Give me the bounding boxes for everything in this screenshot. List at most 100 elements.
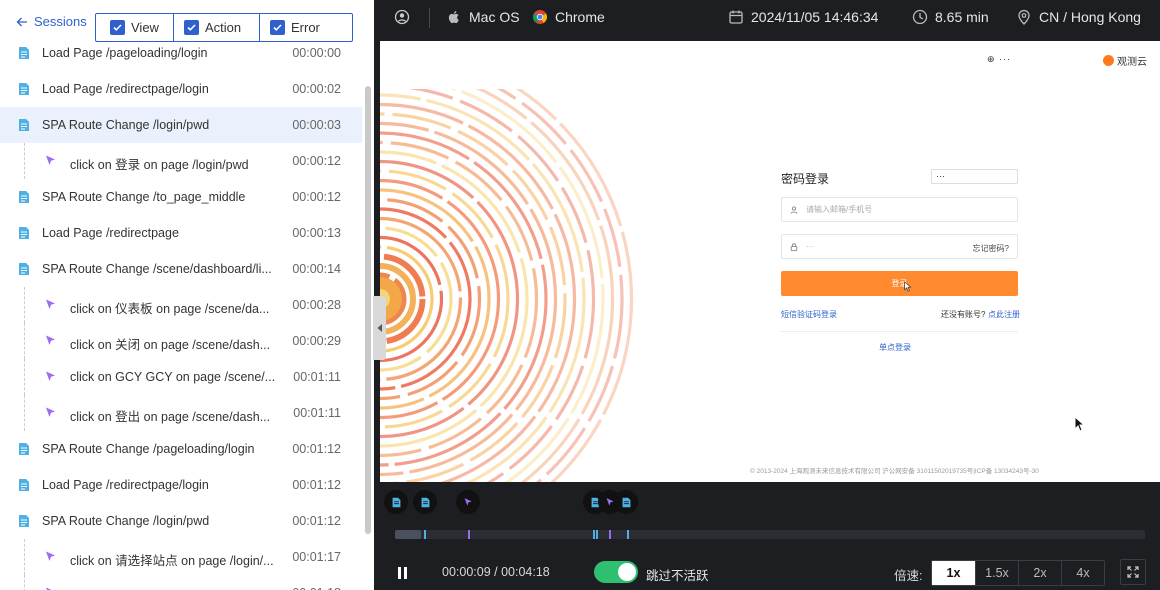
document-icon	[17, 262, 31, 276]
event-time: 00:01:11	[293, 406, 341, 420]
marker-action[interactable]	[456, 490, 480, 514]
event-label: Load Page /redirectpage/login	[42, 82, 209, 96]
event-row-action[interactable]: click on GCY GCY on page /scene/... 00:01…	[0, 359, 362, 395]
event-row-action[interactable]: click on 仪表板 on page /scene/da... 00:00:2…	[0, 287, 362, 323]
browser-info: Chrome	[532, 9, 605, 25]
event-row-view[interactable]: SPA Route Change /login/pwd 00:01:12	[0, 503, 362, 539]
speed-option[interactable]: 1.5x	[975, 561, 1018, 585]
cursor-click-icon	[44, 370, 58, 384]
event-time: 00:00:12	[292, 154, 341, 168]
tree-connector	[24, 287, 25, 323]
event-row-action[interactable]: click on 请选择站点 on page /login/... 00:01:1…	[0, 539, 362, 575]
filter-label: View	[131, 20, 159, 35]
speed-option[interactable]: 4x	[1061, 561, 1104, 585]
event-sidebar: Sessions View Action Error Load Page /pa…	[0, 0, 374, 590]
event-row-view[interactable]: SPA Route Change /to_page_middle 00:00:12	[0, 179, 362, 215]
event-row-view[interactable]: Load Page /redirectpage/login 00:01:12	[0, 467, 362, 503]
marker-view[interactable]	[413, 490, 437, 514]
fullscreen-icon	[1127, 566, 1139, 578]
event-time: 00:01:11	[293, 370, 341, 384]
collapse-sidebar-button[interactable]	[373, 296, 386, 360]
login-button: 登录	[781, 271, 1018, 296]
location-label: CN / Hong Kong	[1039, 9, 1141, 25]
event-label: click on 请选择站点 on page /login/...	[70, 554, 274, 568]
filter-label: Error	[291, 20, 320, 35]
os-label: Mac OS	[469, 9, 520, 25]
tree-connector	[24, 395, 25, 431]
event-label: click on GCY GCY on page /scene/...	[70, 370, 276, 384]
caret-left-icon	[377, 324, 382, 332]
cursor-click-icon	[44, 334, 58, 348]
filter-action[interactable]: Action	[173, 14, 259, 41]
document-icon	[17, 442, 31, 456]
document-icon	[17, 514, 31, 528]
brand-logo: 观测云	[1103, 53, 1147, 68]
tree-connector	[24, 575, 25, 590]
sms-login-link: 短信验证码登录	[781, 310, 837, 319]
mouse-pointer-icon	[1074, 416, 1086, 432]
event-time: 00:01:12	[292, 514, 341, 528]
forgot-password-link: 忘记密码?	[972, 244, 1009, 253]
speed-option[interactable]: 1x	[932, 561, 975, 585]
playback-timeline[interactable]	[395, 530, 1145, 539]
tree-connector	[24, 323, 25, 359]
event-row-action[interactable]: click on 关闭 on page /scene/dash... 00:00:…	[0, 323, 362, 359]
password-field: ··· 忘记密码?	[781, 234, 1018, 259]
footer-copyright: © 2013-2024 上海观测未来信息技术有限公司 沪公网安备 3101150…	[750, 468, 1039, 475]
lock-icon	[790, 242, 798, 251]
cursor-click-icon	[44, 298, 58, 312]
event-label: Load Page /pageloading/login	[42, 46, 208, 60]
checkbox-checked-icon	[184, 20, 199, 35]
pause-button[interactable]	[398, 567, 410, 579]
event-row-view[interactable]: Load Page /redirectpage 00:00:13	[0, 215, 362, 251]
event-label: click on 关闭 on page /scene/dash...	[70, 338, 271, 352]
document-icon	[420, 497, 431, 508]
marker-view[interactable]	[614, 490, 638, 514]
event-list-scrollbar[interactable]	[365, 86, 371, 534]
skip-inactive-toggle[interactable]	[594, 561, 638, 583]
event-row-view[interactable]: SPA Route Change /login/pwd 00:00:03	[0, 107, 362, 143]
chrome-icon	[532, 10, 548, 24]
filter-error[interactable]: Error	[259, 14, 352, 41]
event-row-view[interactable]: Load Page /redirectpage/login 00:00:02	[0, 71, 362, 107]
back-to-sessions-link[interactable]: Sessions	[16, 14, 87, 29]
register-link: 点此注册	[988, 310, 1020, 319]
event-row-action[interactable]: click on 登出 on page /scene/dash... 00:01:…	[0, 395, 362, 431]
speed-selector: 1x 1.5x 2x 4x	[931, 560, 1105, 586]
time-display: 00:00:09 / 00:04:18	[442, 565, 550, 579]
password-placeholder: ···	[806, 242, 814, 251]
event-label: SPA Route Change /login/pwd	[42, 118, 210, 132]
logo-text: 观测云	[1117, 57, 1147, 68]
tree-connector	[24, 143, 25, 179]
session-datetime: 2024/11/05 14:46:34	[728, 9, 878, 25]
event-time: 00:00:02	[292, 82, 341, 96]
event-row-action[interactable]: click on 中国区2（杭州）... 00:01:18	[0, 575, 362, 590]
filter-view[interactable]: View	[96, 14, 173, 41]
decorative-rings-graphic	[380, 89, 634, 482]
event-row-view[interactable]: SPA Route Change /pageloading/login 00:01…	[0, 431, 362, 467]
sso-login-link: 单点登录	[879, 343, 911, 352]
no-account-text: 还没有账号?	[941, 310, 986, 319]
replay-player: Mac OS Chrome 2024/11/05 14:46:34 8.65 m…	[374, 0, 1160, 590]
timeline-event-tick	[627, 530, 629, 539]
event-time: 00:00:00	[292, 46, 341, 60]
event-label: Load Page /redirectpage	[42, 226, 179, 240]
event-time: 00:00:14	[292, 262, 341, 276]
timeline-event-tick	[596, 530, 598, 539]
username-placeholder: 请输入邮箱/手机号	[806, 205, 873, 214]
session-replay-app: Sessions View Action Error Load Page /pa…	[0, 0, 1160, 590]
marker-view[interactable]	[384, 490, 408, 514]
event-label: click on 仪表板 on page /scene/da...	[70, 302, 270, 316]
event-row-action[interactable]: click on 登录 on page /login/pwd 00:00:12	[0, 143, 362, 179]
fullscreen-button[interactable]	[1120, 559, 1146, 585]
username-field: 请输入邮箱/手机号	[781, 197, 1018, 222]
event-list: Load Page /pageloading/login 00:00:00 Load…	[0, 35, 362, 590]
event-row-view[interactable]: SPA Route Change /scene/dashboard/li... 0…	[0, 251, 362, 287]
user-info-button[interactable]	[394, 9, 410, 25]
logo-mark-icon	[1103, 55, 1114, 66]
site-select: ···	[931, 169, 1018, 184]
replay-click-cursor-icon	[904, 281, 912, 292]
event-time: 00:01:18	[292, 586, 341, 590]
login-form-title: 密码登录	[781, 172, 830, 186]
speed-option[interactable]: 2x	[1018, 561, 1061, 585]
